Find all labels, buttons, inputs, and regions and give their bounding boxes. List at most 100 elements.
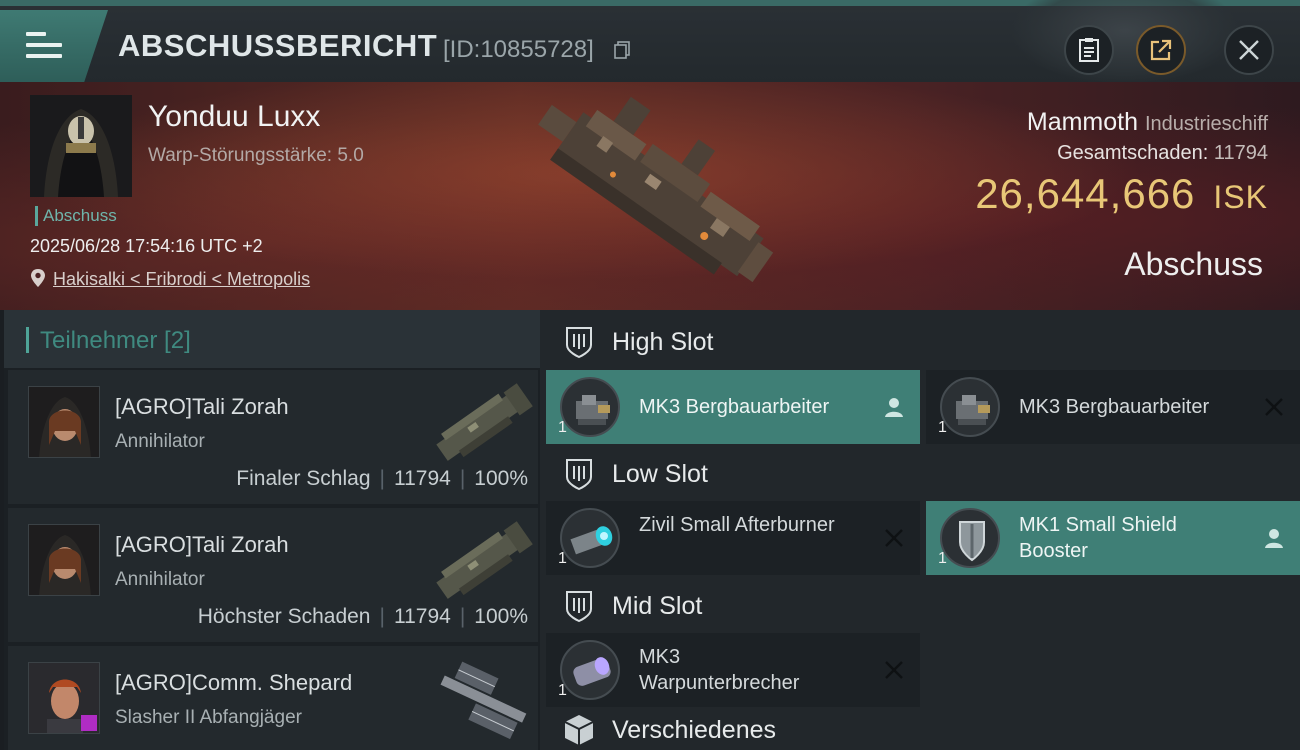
clipboard-icon xyxy=(1079,38,1099,62)
slot-label: Mid Slot xyxy=(612,591,703,620)
badge-icon xyxy=(81,715,97,731)
participant-damage: 11794 xyxy=(393,605,451,628)
module-name: MK3 Warpunterbrecher xyxy=(639,646,800,694)
isk-amount: 26,644,666 xyxy=(975,170,1196,217)
close-button[interactable] xyxy=(1224,25,1274,75)
participant-stats: Finaler Schlag | 11794 | 100% xyxy=(236,467,528,491)
person-icon xyxy=(885,398,903,417)
module-item[interactable]: 1 Zivil Small Afterburner xyxy=(546,501,920,575)
close-icon xyxy=(1239,40,1259,60)
divider: | xyxy=(379,467,385,490)
participant-row[interactable]: [AGRO]Tali Zorah Annihilator Höchster Sc… xyxy=(8,508,538,642)
high-slot-shield-icon xyxy=(566,327,592,359)
divider: | xyxy=(459,467,466,490)
victim-ship[interactable]: Mammoth Industrieschiff xyxy=(1027,108,1268,137)
ship-class: Industrieschiff xyxy=(1144,113,1268,135)
module-quantity: 1 xyxy=(558,550,567,567)
module-name: MK3 Bergbauarbeiter xyxy=(639,396,830,418)
participant-row[interactable]: [AGRO]Tali Zorah Annihilator Finaler Sch… xyxy=(8,370,538,504)
top-bar: ABSCHUSSBERICHT [ID:10855728] xyxy=(0,0,1300,86)
hamburger-icon[interactable] xyxy=(26,32,62,62)
victim-portrait[interactable] xyxy=(30,95,132,197)
participant-name[interactable]: [AGRO]Tali Zorah xyxy=(115,394,289,420)
module-item[interactable]: 1 MK1 Small Shield Booster xyxy=(926,501,1300,575)
share-icon xyxy=(1150,39,1172,61)
participant-role: Höchster Schaden xyxy=(197,605,371,628)
module-item[interactable]: 1 MK3 Warpunterbrecher xyxy=(546,633,920,707)
participant-percent: 100% xyxy=(474,605,528,628)
low-slot-header: Low Slot xyxy=(540,444,1300,504)
victim-pilot-name[interactable]: Yonduu Luxx xyxy=(148,100,320,134)
shield-booster-icon xyxy=(940,508,1000,568)
participant-ship: Annihilator xyxy=(115,569,205,590)
module-name: Zivil Small Afterburner xyxy=(639,514,835,536)
mid-slot-header: Mid Slot xyxy=(540,576,1300,636)
participant-percent: 100% xyxy=(474,467,528,490)
isk-value: 26,644,666 ISK xyxy=(975,170,1268,218)
participant-ship: Slasher II Abfangjäger xyxy=(115,707,302,728)
module-item[interactable]: 1 MK3 Bergbauarbeiter xyxy=(546,370,920,444)
location-pin-icon xyxy=(31,269,45,287)
module-name: MK3 Bergbauarbeiter xyxy=(1019,396,1210,418)
module-quantity: 1 xyxy=(558,419,567,436)
participant-name[interactable]: [AGRO]Comm. Shepard xyxy=(115,670,352,696)
cube-icon xyxy=(564,715,594,745)
warp-disruptor-icon xyxy=(560,640,620,700)
annihilator-ship-image xyxy=(436,521,533,599)
divider: | xyxy=(379,605,385,628)
slot-label: High Slot xyxy=(612,327,714,356)
header-accent-bar xyxy=(26,327,29,353)
destroyed-x-icon xyxy=(885,529,903,547)
ship-name: Mammoth xyxy=(1026,108,1139,136)
module-name: MK1 Small Shield Booster xyxy=(1019,514,1177,562)
participant-stats: Höchster Schaden | 11794 | 100% xyxy=(198,605,528,629)
menu-button[interactable] xyxy=(0,10,108,82)
person-icon xyxy=(1265,529,1283,548)
damage-label: Gesamtschaden: xyxy=(1057,142,1209,164)
pilot-avatar-icon xyxy=(29,387,99,457)
damage-value: 11794 xyxy=(1213,142,1268,164)
mining-laser-icon xyxy=(940,377,1000,437)
warp-strength: Warp-Störungsstärke: 5.0 xyxy=(148,145,364,166)
participant-row[interactable]: [AGRO]Comm. Shepard Slasher II Abfangjäg… xyxy=(8,646,538,750)
module-item[interactable]: 1 MK3 Bergbauarbeiter xyxy=(926,370,1300,444)
divider: | xyxy=(459,605,466,628)
participants-panel[interactable]: Teilnehmer [2] [AGRO]Tali Zorah Annihila… xyxy=(4,310,540,750)
participant-ship: Annihilator xyxy=(115,431,205,452)
destroyed-x-icon xyxy=(885,661,903,679)
share-button[interactable] xyxy=(1136,25,1186,75)
location-link[interactable]: Hakisalki < Fribrodi < Metropolis xyxy=(53,269,310,290)
kill-datetime: 2025/06/28 17:54:16 UTC +2 xyxy=(30,236,263,256)
module-quantity: 1 xyxy=(938,419,947,436)
slasher-ship-image xyxy=(440,661,527,740)
annihilator-ship-image xyxy=(436,383,533,461)
participant-name[interactable]: [AGRO]Tali Zorah xyxy=(115,532,289,558)
destroyed-x-icon xyxy=(1265,398,1283,416)
mammoth-ship-image xyxy=(538,96,774,283)
participant-role: Finaler Schlag xyxy=(236,467,371,490)
pilot-avatar-icon xyxy=(29,525,99,595)
slot-label: Low Slot xyxy=(612,459,708,488)
avatar[interactable] xyxy=(28,524,100,596)
avatar[interactable] xyxy=(28,662,100,734)
participant-damage: 11794 xyxy=(393,467,451,490)
mid-slot-shield-icon xyxy=(566,591,592,623)
isk-unit: ISK xyxy=(1213,179,1268,215)
hooded-pilot-icon xyxy=(30,95,132,197)
module-quantity: 1 xyxy=(938,550,947,567)
result-label: Abschuss xyxy=(1124,246,1263,282)
fitting-panel[interactable]: High Slot 1 MK3 Bergbauarbeiter 1 MK3 Be… xyxy=(540,310,1300,750)
slot-label: Verschiedenes xyxy=(612,715,777,744)
low-slot-shield-icon xyxy=(566,459,592,491)
victim-banner: Yonduu Luxx Warp-Störungsstärke: 5.0 Abs… xyxy=(0,82,1300,310)
report-id: [ID:10855728] xyxy=(443,36,594,63)
total-damage: Gesamtschaden: 11794 xyxy=(1057,142,1268,165)
mining-laser-icon xyxy=(560,377,620,437)
avatar[interactable] xyxy=(28,386,100,458)
participants-title: Teilnehmer [2] xyxy=(40,327,191,354)
decorative-station-graphic xyxy=(1010,0,1240,86)
high-slot-header: High Slot xyxy=(540,312,1300,372)
page-title: ABSCHUSSBERICHT xyxy=(118,28,438,63)
clipboard-button[interactable] xyxy=(1064,25,1114,75)
copy-icon[interactable] xyxy=(614,41,630,59)
